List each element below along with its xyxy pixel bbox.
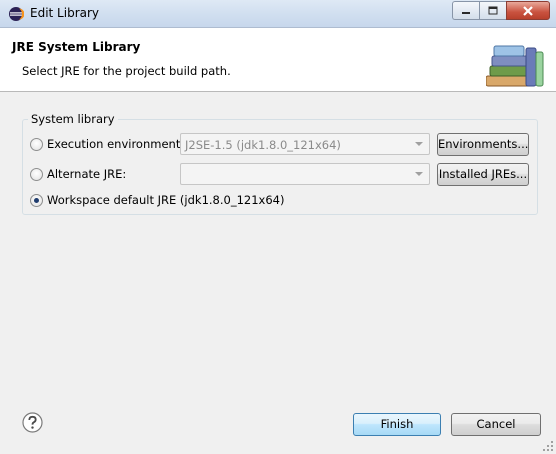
resize-grip-icon[interactable] xyxy=(542,440,554,452)
maximize-icon xyxy=(488,6,498,15)
close-button[interactable] xyxy=(506,1,550,20)
library-books-icon xyxy=(486,45,544,87)
eclipse-icon xyxy=(9,7,24,21)
alternate-jre-radio[interactable]: Alternate JRE: xyxy=(30,167,126,181)
window-controls xyxy=(452,1,550,20)
alternate-jre-combo[interactable] xyxy=(180,163,430,185)
title-bar: Edit Library xyxy=(0,0,556,28)
radio-circle[interactable] xyxy=(30,167,43,181)
installed-jres-button[interactable]: Installed JREs... xyxy=(437,163,529,186)
environments-button[interactable]: Environments... xyxy=(437,133,529,156)
window-title: Edit Library xyxy=(30,6,100,20)
close-icon xyxy=(523,5,533,16)
header-title: JRE System Library xyxy=(12,40,141,54)
maximize-button[interactable] xyxy=(479,1,506,20)
finish-button[interactable]: Finish xyxy=(353,413,441,436)
execution-environment-value: J2SE-1.5 (jdk1.8.0_121x64) xyxy=(185,138,341,152)
execution-environment-label: Execution environment: xyxy=(47,137,185,151)
alternate-jre-label: Alternate JRE: xyxy=(47,167,127,181)
minimize-button[interactable] xyxy=(452,1,479,20)
minimize-icon xyxy=(462,11,470,14)
workspace-default-jre-radio[interactable]: Workspace default JRE (jdk1.8.0_121x64) xyxy=(30,193,284,207)
help-icon[interactable] xyxy=(22,412,43,433)
chevron-down-icon[interactable] xyxy=(415,172,423,176)
execution-environment-radio[interactable]: Execution environment: xyxy=(30,137,184,151)
execution-environment-combo[interactable]: J2SE-1.5 (jdk1.8.0_121x64) xyxy=(180,133,430,155)
header-description: Select JRE for the project build path. xyxy=(22,64,231,78)
radio-circle[interactable] xyxy=(30,137,43,151)
dialog-header: JRE System Library Select JRE for the pr… xyxy=(0,28,556,92)
workspace-default-jre-label: Workspace default JRE (jdk1.8.0_121x64) xyxy=(47,193,285,207)
chevron-down-icon[interactable] xyxy=(415,142,423,146)
cancel-button[interactable]: Cancel xyxy=(451,413,541,436)
radio-circle-selected[interactable] xyxy=(30,193,43,207)
system-library-legend: System library xyxy=(28,112,118,126)
